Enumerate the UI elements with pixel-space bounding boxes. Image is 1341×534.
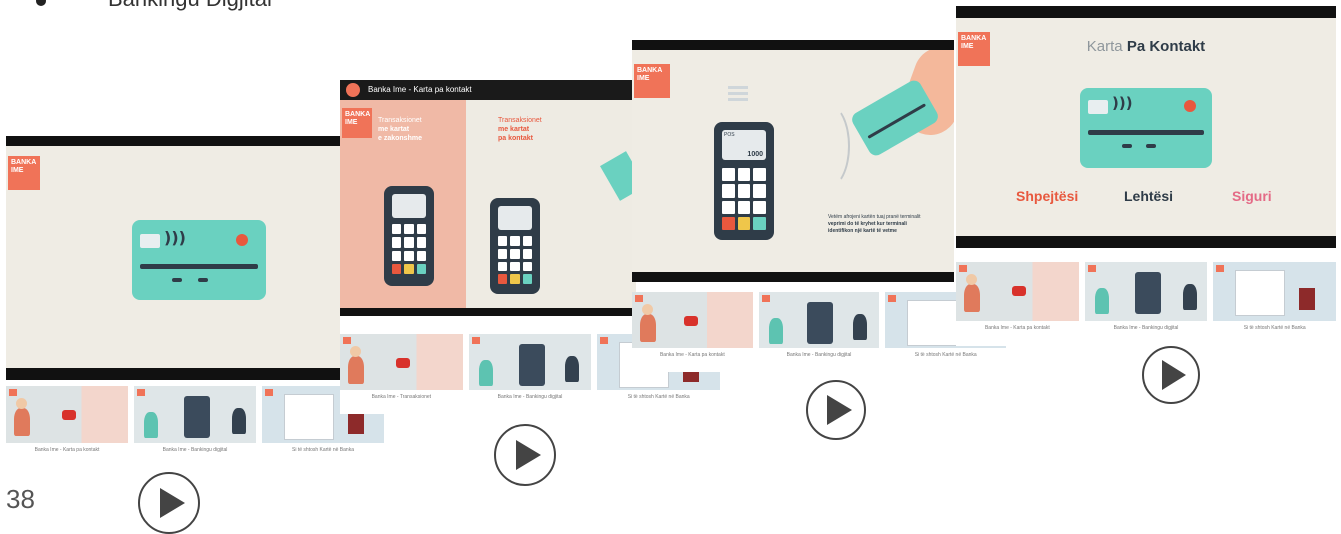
pos-terminal-left [384, 186, 434, 286]
related-videos: Banka Ime - Karta pa kontakt Banka Ime -… [6, 386, 384, 468]
receipt-line [728, 92, 748, 95]
video-headline: Karta Pa Kontakt [1086, 38, 1206, 55]
card-date-bar [1146, 144, 1156, 148]
play-icon [160, 488, 185, 518]
youtube-icon [684, 316, 698, 326]
video-player-3[interactable]: BANKA IME POS 1000 Vetëm afrojeni kartën… [632, 40, 954, 282]
card-chip [140, 234, 160, 248]
card-chip [1088, 100, 1108, 114]
card-name-bar [172, 278, 182, 282]
channel-avatar[interactable] [346, 83, 360, 97]
video-title-bar: Banka Ime - Karta pa kontakt [340, 80, 636, 100]
play-button[interactable] [806, 380, 866, 440]
video-player-4[interactable]: BANKA IME Karta Pa Kontakt ))) Shpejtësi… [956, 6, 1336, 248]
pos-terminal: POS 1000 [714, 122, 774, 240]
right-label: Transaksionet me kartat pa kontakt [498, 117, 542, 142]
slide-heading: Bankingu Digjital [108, 0, 272, 12]
play-button[interactable] [494, 424, 556, 486]
contactless-icon: ))) [1112, 94, 1133, 112]
related-video-thumb[interactable]: Banka Ime - Bankingu digjital [1084, 262, 1208, 346]
related-video-thumb[interactable]: Banka Ime - Karta pa kontakt [6, 386, 128, 468]
related-video-thumb[interactable]: Banka Ime - Karta pa kontakt [632, 292, 753, 372]
contactless-icon: ))) [164, 228, 186, 247]
card-number-bar [1088, 130, 1204, 135]
pos-terminal-right [490, 198, 540, 294]
phone-icon [806, 302, 833, 344]
card-edge [600, 151, 636, 201]
related-video-thumb[interactable]: Banka Ime - Bankingu digjital [134, 386, 256, 468]
contactless-card: ))) [1080, 88, 1212, 168]
related-videos: Banka Ime - Karta pa kontakt Banka Ime -… [956, 262, 1337, 346]
feature-speed: Shpejtësi [1016, 188, 1079, 204]
card-date-bar [198, 278, 208, 282]
play-button[interactable] [1142, 346, 1200, 404]
youtube-icon [62, 410, 76, 420]
card-name-bar [1122, 144, 1132, 148]
play-icon [1162, 360, 1186, 390]
related-video-thumb[interactable]: Banka Ime - Karta pa kontakt [956, 262, 1079, 346]
bullet-point [36, 0, 46, 6]
video-frame: BANKA IME Transaksionet me kartat e zakons… [340, 100, 636, 308]
card-logo-dot [236, 234, 248, 246]
phone-icon [184, 396, 210, 438]
banka-ime-logo: BANKA IME [8, 156, 40, 190]
feature-ease: Lehtësi [1124, 188, 1174, 204]
description-text: Vetëm afrojeni kartën tuaj pranë termina… [828, 214, 921, 234]
related-video-thumb[interactable]: Banka Ime - Bankingu digjital [758, 292, 880, 372]
banka-ime-logo: BANKA IME [634, 64, 670, 98]
youtube-icon [396, 358, 410, 368]
card-logo-dot [1184, 100, 1196, 112]
passport-icon [1299, 288, 1316, 310]
banka-ime-logo: BANKA IME [342, 108, 372, 138]
related-videos: Banka Ime - Karta pa kontakt Banka Ime -… [632, 292, 1007, 372]
related-video-thumb[interactable]: Banka Ime - Transaksionet [340, 334, 463, 414]
youtube-icon [1012, 286, 1026, 296]
left-label: Transaksionet me kartat e zakonshme [378, 117, 422, 142]
receipt-line [728, 86, 748, 89]
play-icon [827, 395, 852, 425]
phone-icon [518, 344, 545, 386]
related-video-thumb[interactable]: Banka Ime - Bankingu digjital [468, 334, 592, 414]
video-player-1[interactable]: BANKA IME ))) [6, 136, 340, 380]
video-title[interactable]: Banka Ime - Karta pa kontakt [368, 85, 472, 94]
play-icon [516, 440, 541, 470]
video-frame: BANKA IME ))) [6, 146, 340, 368]
phone-icon [1134, 272, 1161, 314]
contactless-card: ))) [132, 220, 266, 300]
video-frame: BANKA IME Karta Pa Kontakt ))) Shpejtësi… [956, 18, 1336, 236]
feature-security: Siguri [1232, 188, 1272, 204]
video-frame: BANKA IME POS 1000 Vetëm afrojeni kartën… [632, 50, 954, 272]
play-button[interactable] [138, 472, 200, 534]
video-player-2[interactable]: Banka Ime - Karta pa kontakt BANKA IME T… [340, 80, 636, 316]
page-number: 38 [6, 484, 35, 514]
card-number-bar [140, 264, 258, 269]
receipt-line [728, 98, 748, 101]
related-video-thumb[interactable]: Si të shtosh Kartë në Banka [1213, 262, 1337, 346]
passport-icon [348, 412, 364, 434]
contactless-wave [808, 104, 850, 188]
